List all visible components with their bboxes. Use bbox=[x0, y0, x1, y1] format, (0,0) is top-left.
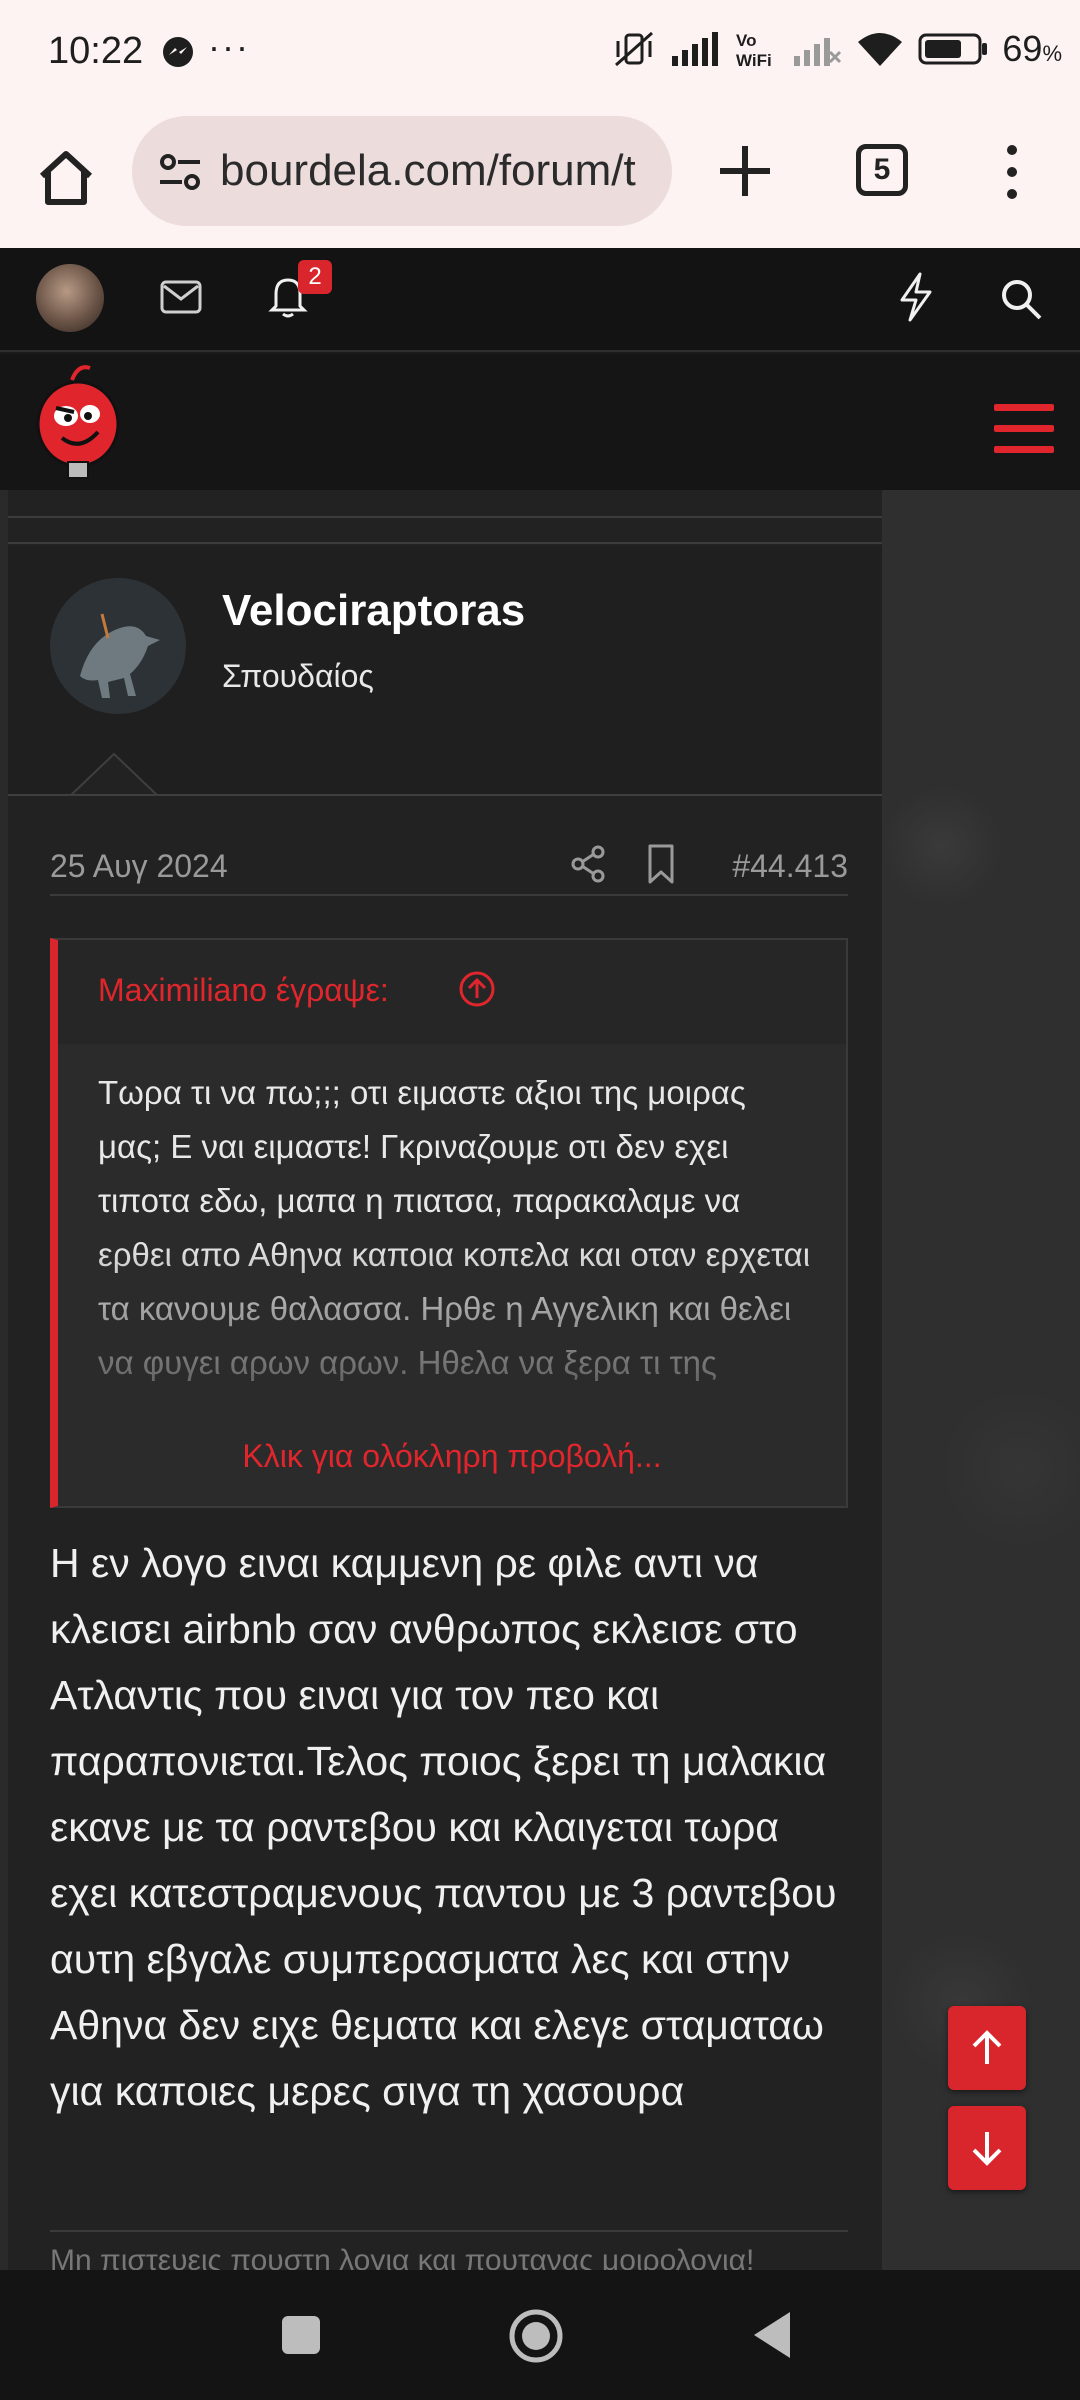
quote-block: Maximiliano έγραψε: Τωρα τι να πω;;; οτι… bbox=[50, 938, 848, 1508]
post-body: Η εν λογο ειναι καμμενη ρε φιλε αντι να … bbox=[50, 1540, 837, 2114]
more-menu-icon[interactable] bbox=[1000, 142, 1024, 202]
quote-author-link[interactable]: Maximiliano έγραψε: bbox=[98, 972, 389, 1009]
post-user-block: Velociraptoras Σπουδαίος bbox=[8, 546, 882, 796]
whats-new-bolt-icon[interactable] bbox=[896, 272, 936, 322]
user-title: Σπουδαίος bbox=[222, 658, 374, 694]
tab-switcher-button[interactable]: 5 bbox=[856, 144, 908, 196]
back-triangle-icon[interactable] bbox=[750, 2310, 792, 2360]
battery-icon bbox=[918, 33, 988, 65]
username[interactable]: Velociraptoras bbox=[222, 586, 525, 636]
home-circle-icon[interactable] bbox=[508, 2308, 564, 2364]
share-icon[interactable] bbox=[570, 844, 608, 884]
signal-icon bbox=[672, 32, 719, 66]
divider bbox=[8, 542, 882, 544]
quote-expand-link[interactable]: Κλικ για ολόκληρη προβολή... bbox=[58, 1438, 846, 1475]
bookmark-icon[interactable] bbox=[646, 844, 676, 884]
mail-icon[interactable] bbox=[160, 280, 202, 314]
post-date[interactable]: 25 Αυγ 2024 bbox=[50, 848, 228, 885]
forum-post: Velociraptoras Σπουδαίος 25 Αυγ 2024 #44… bbox=[8, 490, 882, 2270]
divider bbox=[50, 894, 848, 896]
site-logo[interactable] bbox=[28, 362, 128, 486]
signal-empty-icon bbox=[794, 38, 842, 66]
user-avatar[interactable] bbox=[50, 578, 186, 714]
arrow-up-circle-icon[interactable] bbox=[458, 970, 496, 1008]
system-nav-bar bbox=[0, 2270, 1080, 2400]
wifi-icon bbox=[858, 33, 903, 66]
notification-badge: 2 bbox=[298, 260, 332, 294]
messenger-icon bbox=[163, 37, 193, 67]
svg-text:WiFi: WiFi bbox=[736, 51, 772, 69]
content-area: Velociraptoras Σπουδαίος 25 Αυγ 2024 #44… bbox=[0, 490, 1080, 2270]
divider bbox=[8, 794, 882, 796]
post-number-link[interactable]: #44.413 bbox=[732, 848, 848, 885]
site-settings-icon[interactable] bbox=[158, 152, 202, 192]
svg-text:Vo: Vo bbox=[736, 31, 756, 50]
account-avatar[interactable] bbox=[36, 264, 104, 332]
arrow-up-icon bbox=[972, 2030, 1002, 2064]
home-icon[interactable] bbox=[34, 146, 98, 210]
background-texture bbox=[882, 490, 1080, 2270]
signature: Μη πιστευεις πουστη λογια και πουτανας μ… bbox=[50, 2244, 755, 2270]
status-time: 10:22 bbox=[48, 30, 144, 72]
forum-account-bar: 2 bbox=[0, 248, 1080, 352]
battery-percent: 69% bbox=[1002, 28, 1062, 69]
mute-vibrate-icon bbox=[615, 31, 654, 67]
divider bbox=[50, 2230, 848, 2232]
recents-button[interactable] bbox=[282, 2316, 320, 2354]
status-bar: 10:22 ··· Vo WiFi 69% bbox=[0, 0, 1080, 108]
hamburger-menu-icon[interactable] bbox=[994, 404, 1054, 454]
search-icon[interactable] bbox=[1000, 278, 1042, 320]
scroll-to-bottom-button[interactable] bbox=[948, 2106, 1026, 2190]
url-text: bourdela.com/forum/t bbox=[220, 146, 636, 195]
status-more-dots: ··· bbox=[208, 26, 250, 67]
new-tab-icon[interactable] bbox=[710, 136, 780, 206]
url-bar[interactable]: bourdela.com/forum/t bbox=[132, 116, 672, 226]
user-block-pointer bbox=[70, 752, 158, 796]
scroll-to-top-button[interactable] bbox=[948, 2006, 1026, 2090]
post-meta: 25 Αυγ 2024 #44.413 bbox=[50, 840, 848, 894]
forum-header bbox=[0, 354, 1080, 490]
status-icons: Vo WiFi 69% bbox=[612, 28, 1062, 70]
quote-header: Maximiliano έγραψε: bbox=[58, 940, 846, 1044]
vowifi-icon: Vo WiFi bbox=[736, 31, 772, 69]
browser-toolbar: bourdela.com/forum/t 5 bbox=[0, 108, 1080, 248]
arrow-down-icon bbox=[972, 2132, 1002, 2166]
divider bbox=[8, 516, 882, 518]
